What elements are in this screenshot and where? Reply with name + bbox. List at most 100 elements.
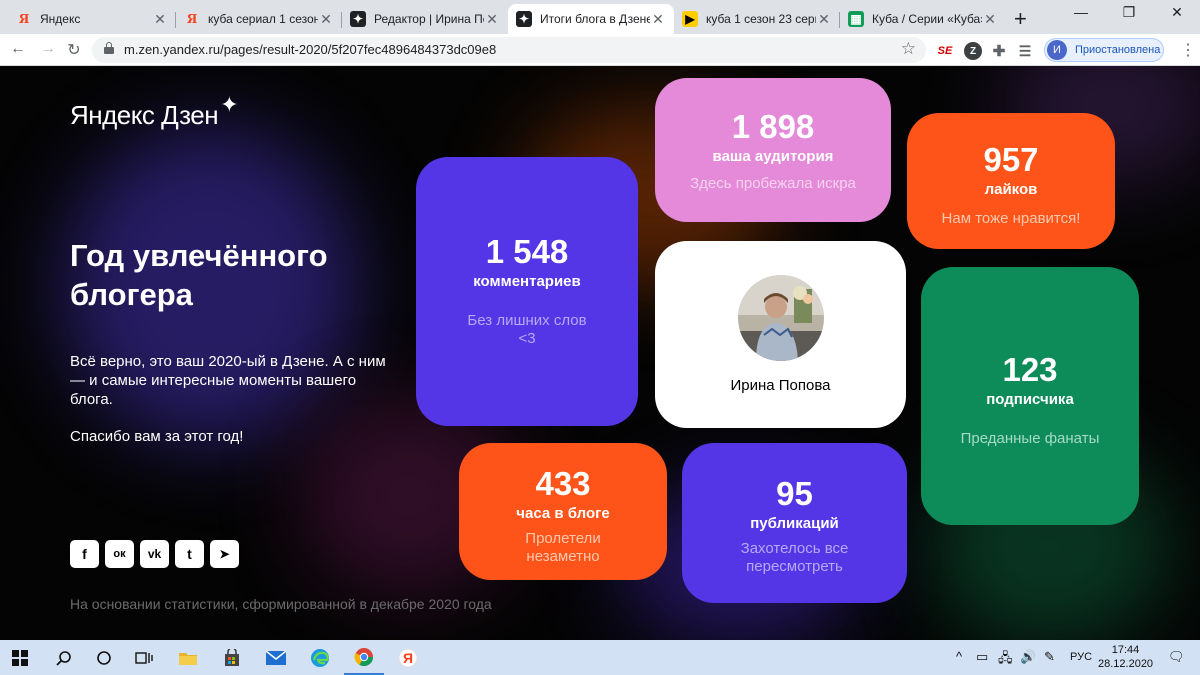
hours-label: часа в блоге xyxy=(516,505,610,522)
avatar: И xyxy=(1047,40,1067,60)
reading-list-icon[interactable]: ☰ xyxy=(1016,42,1034,60)
publications-card: 95 публикаций Захотелось все пересмотрет… xyxy=(682,443,907,603)
z-extension-icon[interactable]: Z xyxy=(964,42,982,60)
volume-icon[interactable]: 🔊 xyxy=(1020,649,1036,665)
lock-icon xyxy=(104,42,114,54)
tray-expand-icon[interactable]: ^ xyxy=(956,649,962,664)
back-icon[interactable]: ← xyxy=(8,40,28,58)
twitter-icon[interactable]: t xyxy=(175,540,204,568)
clock[interactable]: 17:44 28.12.2020 xyxy=(1098,643,1153,671)
browser-menu-icon[interactable]: ⋮ xyxy=(1180,40,1196,60)
bookmark-star-icon[interactable]: ☆ xyxy=(901,39,916,59)
tab-title: куба 1 сезон 23 серия xyxy=(706,12,816,26)
tab-kuba-episode[interactable]: ▶ куба 1 сезон 23 серия ✕ xyxy=(674,4,840,34)
seo-extension-icon[interactable]: SE xyxy=(936,42,954,60)
author-avatar xyxy=(737,275,824,361)
clock-date: 28.12.2020 xyxy=(1098,658,1154,670)
vk-icon[interactable]: vk xyxy=(140,540,169,568)
subscribers-number: 123 xyxy=(1002,351,1058,388)
sheet-icon: ▦ xyxy=(848,11,864,27)
pen-icon[interactable]: ✎ xyxy=(1044,649,1055,665)
yandex-browser-icon[interactable]: Я xyxy=(388,640,428,675)
store-icon[interactable] xyxy=(212,640,252,675)
tab-title: Яндекс xyxy=(40,12,81,26)
extensions-icon[interactable]: ✚ xyxy=(990,42,1008,60)
hours-subtitle: Пролетели незаметно xyxy=(525,530,601,565)
search-icon[interactable] xyxy=(44,640,84,675)
close-icon[interactable]: ✕ xyxy=(484,11,500,28)
start-button[interactable] xyxy=(0,640,40,675)
comments-subtitle: Без лишних слов <3 xyxy=(467,312,587,347)
edge-icon[interactable] xyxy=(300,640,340,675)
profile-status: Приостановлена xyxy=(1075,44,1161,56)
notifications-icon[interactable]: 🗨 xyxy=(1168,649,1185,665)
zen-icon: ✦ xyxy=(350,11,366,27)
likes-card: 957 лайков Нам тоже нравится! xyxy=(907,113,1115,249)
footer-note: На основании статистики, сформированной … xyxy=(70,596,492,612)
thanks-text: Спасибо вам за этот год! xyxy=(70,428,244,445)
profile-button[interactable]: И Приостановлена xyxy=(1044,38,1164,62)
play-icon: ▶ xyxy=(682,11,698,27)
clock-time: 17:44 xyxy=(1111,644,1140,656)
address-bar[interactable]: m.zen.yandex.ru/pages/result-2020/5f207f… xyxy=(92,37,926,63)
logo-text: Яндекс Дзен xyxy=(70,100,219,130)
telegram-icon[interactable]: ➤ xyxy=(210,540,239,568)
chrome-icon[interactable] xyxy=(344,640,384,675)
zen-results-page: Яндекс Дзен ✦ Год увлечённого блогера Вс… xyxy=(0,66,1200,640)
comments-card: 1 548 комментариев Без лишних слов <3 xyxy=(416,157,638,426)
hours-card: 433 часа в блоге Пролетели незаметно xyxy=(459,443,667,580)
mail-icon[interactable] xyxy=(256,640,296,675)
zen-logo[interactable]: Яндекс Дзен ✦ xyxy=(70,92,239,131)
sparkle-icon: ✦ xyxy=(220,92,239,117)
cortana-icon[interactable] xyxy=(84,640,124,675)
profile-card: Ирина Попова xyxy=(655,241,906,428)
author-name: Ирина Попова xyxy=(730,377,831,394)
odnoklassniki-icon[interactable]: ок xyxy=(105,540,134,568)
page-title: Год увлечённого блогера xyxy=(70,238,328,312)
tab-title: куба сериал 1 сезон — xyxy=(208,12,318,26)
network-icon[interactable]: 🖧 xyxy=(998,649,1013,671)
browser-tab-strip: Я Яндекс ✕ Я куба сериал 1 сезон — ✕ ✦ Р… xyxy=(0,0,1200,34)
social-share: f ок vk t ➤ xyxy=(70,540,239,568)
reload-icon[interactable]: ↻ xyxy=(64,40,84,60)
subscribers-label: подписчика xyxy=(986,391,1074,408)
windows-taskbar: Я ^ ▭ 🖧 🔊 ✎ РУС 17:44 28.12.2020 🗨 xyxy=(0,640,1200,675)
tab-kuba-series[interactable]: ▦ Куба / Серии «Куба» / ✕ xyxy=(840,4,1006,34)
tab-yandex[interactable]: Я Яндекс ✕ xyxy=(8,4,176,34)
forward-icon[interactable]: → xyxy=(38,40,58,58)
close-window-button[interactable]: ✕ xyxy=(1154,4,1200,21)
tab-title: Редактор | Ирина Поп xyxy=(374,12,484,26)
subscribers-subtitle: Преданные фанаты xyxy=(960,430,1100,447)
publications-label: публикаций xyxy=(750,515,839,532)
publications-subtitle: Захотелось все пересмотреть xyxy=(740,540,849,575)
minimize-button[interactable]: — xyxy=(1058,4,1104,20)
audience-number: 1 898 xyxy=(731,108,815,145)
tab-title: Итоги блога в Дзене з xyxy=(540,12,650,26)
tab-title: Куба / Серии «Куба» / xyxy=(872,12,982,26)
close-icon[interactable]: ✕ xyxy=(816,11,832,28)
language-indicator[interactable]: РУС xyxy=(1070,651,1092,663)
tab-kuba-search[interactable]: Я куба сериал 1 сезон — ✕ xyxy=(176,4,342,34)
comments-number: 1 548 xyxy=(485,233,569,270)
close-icon[interactable]: ✕ xyxy=(982,11,998,28)
zen-icon: ✦ xyxy=(516,11,532,27)
tab-blog-results[interactable]: ✦ Итоги блога в Дзене з ✕ xyxy=(508,4,674,34)
svg-text:Я: Я xyxy=(403,650,413,666)
file-explorer-icon[interactable] xyxy=(168,640,208,675)
browser-toolbar: ← → ↻ m.zen.yandex.ru/pages/result-2020/… xyxy=(0,34,1200,66)
close-icon[interactable]: ✕ xyxy=(318,11,334,28)
tray-app-icon[interactable]: ▭ xyxy=(976,649,988,665)
task-view-icon[interactable] xyxy=(124,640,164,675)
facebook-icon[interactable]: f xyxy=(70,540,99,568)
tab-editor[interactable]: ✦ Редактор | Ирина Поп ✕ xyxy=(342,4,508,34)
maximize-button[interactable]: ❐ xyxy=(1106,4,1152,21)
audience-label: ваша аудитория xyxy=(712,148,834,165)
close-icon[interactable]: ✕ xyxy=(650,11,666,28)
likes-subtitle: Нам тоже нравится! xyxy=(941,210,1081,227)
lead-text: Всё верно, это ваш 2020-ый в Дзене. А с … xyxy=(70,353,386,408)
close-icon[interactable]: ✕ xyxy=(152,11,168,28)
url-text[interactable]: m.zen.yandex.ru/pages/result-2020/5f207f… xyxy=(124,42,496,57)
publications-number: 95 xyxy=(776,475,813,512)
yandex-icon: Я xyxy=(186,12,198,26)
new-tab-button[interactable]: + xyxy=(1014,6,1027,32)
